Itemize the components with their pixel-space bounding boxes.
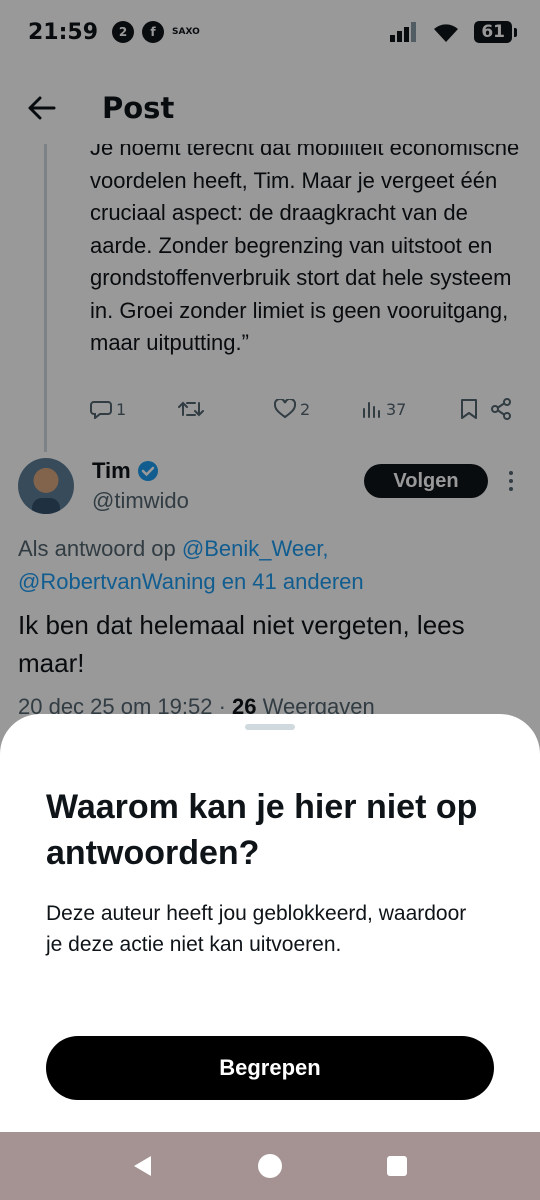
sheet-body: Deze auteur heeft jou geblokkeerd, waard…: [46, 902, 467, 956]
understood-button[interactable]: Begrepen: [46, 1036, 494, 1100]
bottom-sheet: Waarom kan je hier niet op antwoorden? D…: [0, 714, 540, 1132]
nav-recents-icon[interactable]: [377, 1146, 417, 1186]
sheet-drag-handle[interactable]: [245, 724, 295, 730]
system-nav-bar: [0, 1132, 540, 1200]
nav-home-icon[interactable]: [250, 1146, 290, 1186]
sheet-title: Waarom kan je hier niet op antwoorden?: [46, 788, 478, 872]
nav-back-icon[interactable]: [123, 1146, 163, 1186]
